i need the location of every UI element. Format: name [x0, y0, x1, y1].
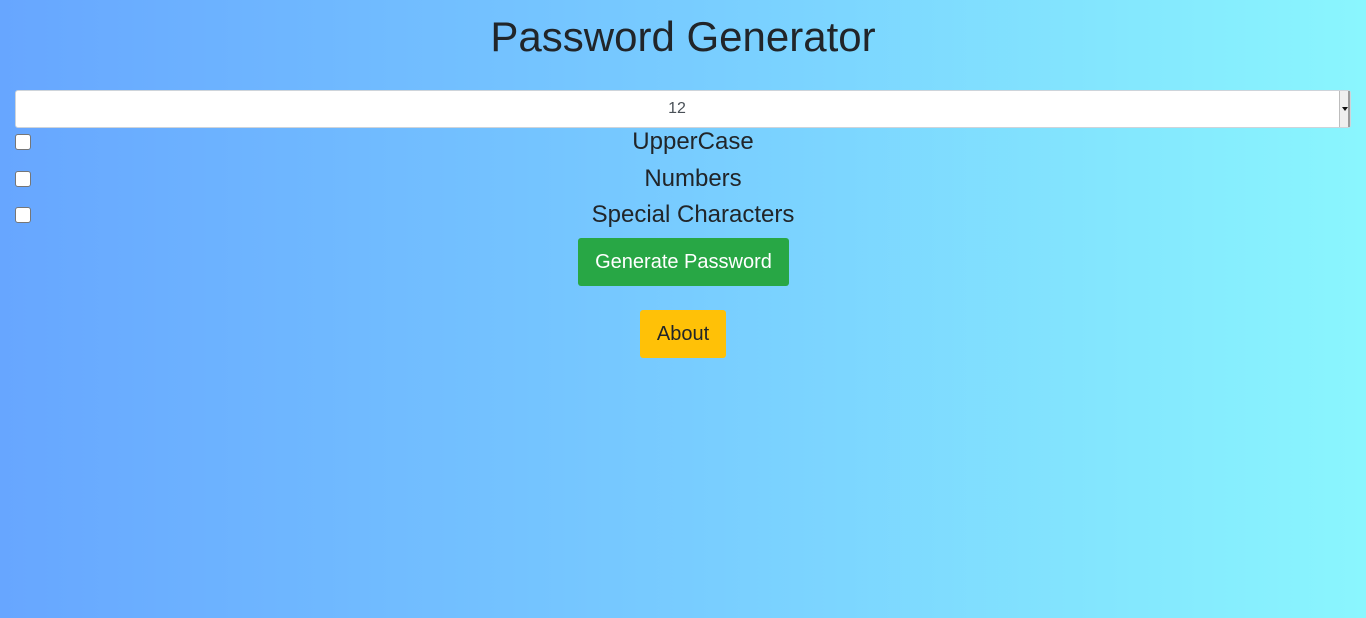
password-length-select[interactable]: 12: [15, 90, 1351, 128]
option-uppercase: UpperCase: [15, 127, 1351, 157]
page-title: Password Generator: [490, 13, 876, 60]
generate-password-button[interactable]: Generate Password: [578, 238, 789, 286]
chevron-down-icon[interactable]: [1339, 91, 1350, 127]
numbers-label[interactable]: Numbers: [35, 164, 1351, 194]
numbers-checkbox[interactable]: [15, 171, 31, 187]
password-length-value: 12: [668, 100, 686, 117]
special-characters-label[interactable]: Special Characters: [35, 200, 1351, 230]
option-special-characters: Special Characters: [15, 200, 1351, 230]
about-button[interactable]: About: [640, 310, 726, 358]
uppercase-checkbox[interactable]: [15, 134, 31, 150]
special-characters-checkbox[interactable]: [15, 207, 31, 223]
option-numbers: Numbers: [15, 164, 1351, 194]
uppercase-label[interactable]: UpperCase: [35, 127, 1351, 157]
